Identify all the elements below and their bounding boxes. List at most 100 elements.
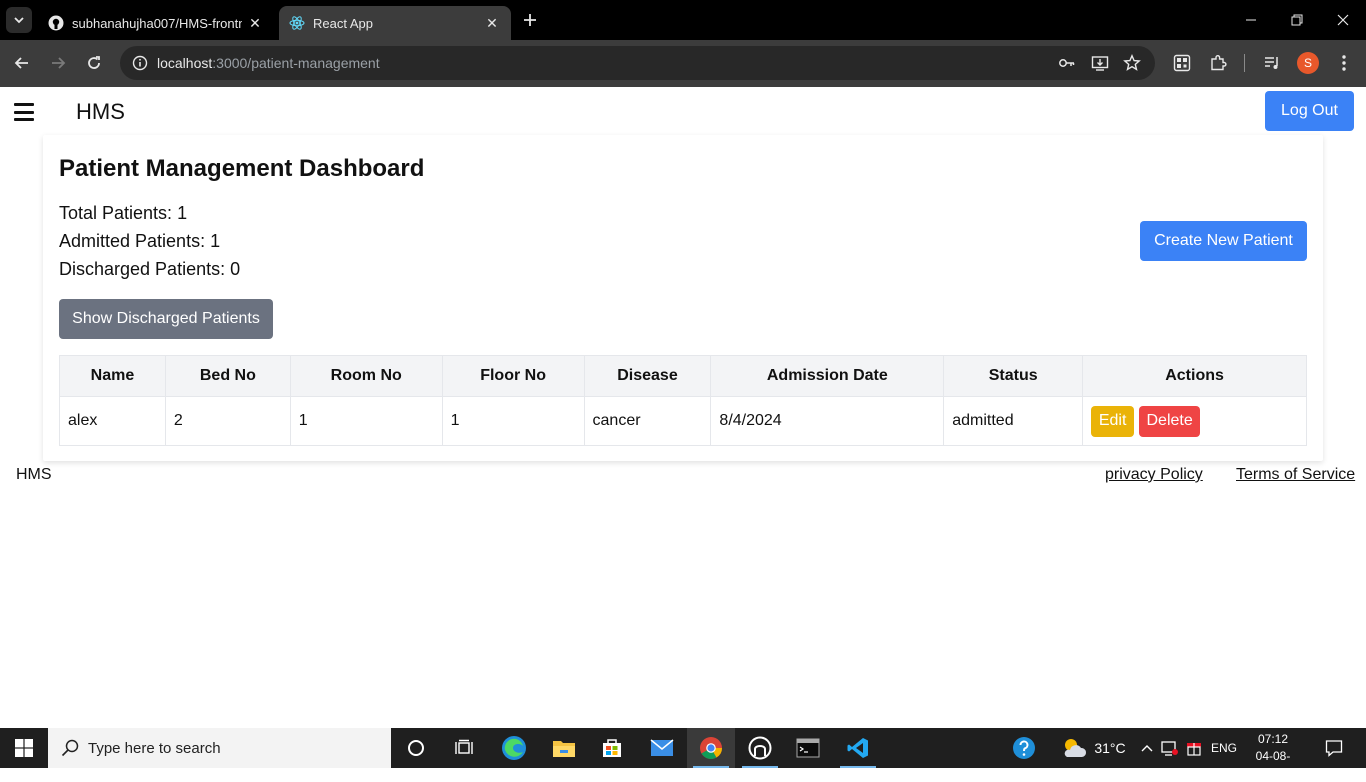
url-host: localhost bbox=[157, 55, 213, 71]
close-icon[interactable]: ✕ bbox=[483, 14, 501, 32]
arrow-left-icon bbox=[14, 57, 28, 69]
toolbar-divider bbox=[1244, 54, 1245, 72]
delete-button[interactable]: Delete bbox=[1139, 405, 1201, 437]
cell-disease: cancer bbox=[583, 396, 712, 446]
star-icon[interactable] bbox=[1120, 51, 1144, 75]
show-discharged-button[interactable]: Show Discharged Patients bbox=[59, 299, 273, 339]
media-controls-icon[interactable] bbox=[1259, 50, 1285, 76]
total-patients-stat: Total Patients: 1 bbox=[59, 203, 188, 223]
clock[interactable]: 07:12 04-08-2024 bbox=[1244, 731, 1302, 782]
reload-icon bbox=[88, 56, 100, 69]
discharged-patients-stat: Discharged Patients: 0 bbox=[59, 259, 241, 279]
search-icon bbox=[61, 739, 79, 757]
browser-tab-bar: subhanahujha007/HMS-frontne ✕ React App … bbox=[0, 0, 1366, 40]
clock-date: 04-08-2024 bbox=[1255, 749, 1291, 780]
install-app-icon[interactable] bbox=[1088, 51, 1112, 75]
tab-search-button[interactable] bbox=[6, 7, 32, 33]
cell-admission-date: 8/4/2024 bbox=[710, 396, 945, 446]
taskbar-search[interactable]: Type here to search bbox=[48, 728, 391, 768]
privacy-policy-link[interactable]: privacy Policy bbox=[1105, 466, 1203, 484]
column-header-name: Name bbox=[59, 355, 166, 397]
cell-status: admitted bbox=[943, 396, 1084, 446]
minimize-button[interactable] bbox=[1228, 0, 1274, 40]
extensions-icon[interactable] bbox=[1205, 50, 1231, 76]
column-header-actions: Actions bbox=[1082, 355, 1307, 397]
page-viewport: HMS Log Out Patient Management Dashboard… bbox=[0, 87, 1366, 728]
cell-room-no: 1 bbox=[289, 396, 443, 446]
create-new-patient-button[interactable]: Create New Patient bbox=[1140, 221, 1307, 261]
close-window-button[interactable] bbox=[1320, 0, 1366, 40]
chevron-down-icon bbox=[14, 17, 24, 24]
restore-icon bbox=[1291, 14, 1303, 26]
cell-bed-no: 2 bbox=[164, 396, 291, 446]
tab-github[interactable]: subhanahujha007/HMS-frontne ✕ bbox=[38, 6, 274, 40]
plus-icon bbox=[524, 14, 536, 26]
cell-floor-no: 1 bbox=[441, 396, 585, 446]
microsoft-store-icon[interactable] bbox=[588, 728, 636, 768]
cell-actions: Edit Delete bbox=[1082, 396, 1307, 446]
chevron-up-icon[interactable] bbox=[1138, 728, 1156, 768]
new-tab-button[interactable] bbox=[518, 8, 542, 32]
terms-of-service-link[interactable]: Terms of Service bbox=[1236, 466, 1355, 484]
language-indicator[interactable]: ENG bbox=[1208, 728, 1240, 768]
search-placeholder: Type here to search bbox=[88, 740, 221, 757]
terminal-icon[interactable] bbox=[784, 728, 832, 768]
chrome-icon[interactable] bbox=[687, 728, 735, 768]
close-icon[interactable]: ✕ bbox=[246, 14, 264, 32]
windows-taskbar: Type here to search 31°C ENG 07:12 04-08… bbox=[0, 728, 1366, 780]
forward-button[interactable] bbox=[45, 50, 71, 76]
site-info-icon[interactable] bbox=[128, 51, 152, 75]
task-view-icon[interactable] bbox=[440, 728, 488, 768]
github-icon bbox=[48, 15, 64, 31]
file-explorer-icon[interactable] bbox=[540, 728, 588, 768]
url-path: :3000/patient-management bbox=[212, 55, 380, 71]
tab-title: React App bbox=[313, 15, 373, 31]
browser-toolbar: localhost:3000/patient-management bbox=[0, 40, 1366, 87]
column-header-room-no: Room No bbox=[289, 355, 443, 397]
close-icon bbox=[1337, 14, 1349, 26]
tab-react-app[interactable]: React App ✕ bbox=[279, 6, 511, 40]
url-text: localhost:3000/patient-management bbox=[157, 55, 380, 71]
address-bar[interactable]: localhost:3000/patient-management bbox=[120, 46, 1155, 80]
react-icon bbox=[289, 15, 305, 31]
mail-icon[interactable] bbox=[638, 728, 686, 768]
patients-table: Name Bed No Room No Floor No Disease Adm… bbox=[59, 355, 1307, 446]
arrow-right-icon bbox=[52, 57, 66, 69]
restore-button[interactable] bbox=[1274, 0, 1320, 40]
weather-icon[interactable] bbox=[1060, 728, 1088, 768]
profile-avatar[interactable]: S bbox=[1297, 52, 1319, 74]
table-header-row: Name Bed No Room No Floor No Disease Adm… bbox=[59, 355, 1307, 397]
column-header-status: Status bbox=[943, 355, 1084, 397]
table-row: alex 2 1 1 cancer 8/4/2024 admitted Edit… bbox=[59, 396, 1307, 446]
start-button[interactable] bbox=[0, 728, 48, 768]
tab-title: subhanahujha007/HMS-frontne bbox=[72, 15, 242, 31]
edge-icon[interactable] bbox=[490, 728, 538, 768]
vscode-icon[interactable] bbox=[834, 728, 882, 768]
navbar-brand[interactable]: HMS bbox=[76, 99, 125, 125]
more-menu-icon[interactable] bbox=[1331, 50, 1357, 76]
clock-time: 07:12 bbox=[1257, 732, 1289, 746]
logout-button[interactable]: Log Out bbox=[1265, 91, 1354, 131]
windows-logo-icon bbox=[15, 739, 33, 757]
footer-brand: HMS bbox=[16, 466, 52, 483]
reload-button[interactable] bbox=[81, 50, 107, 76]
page-title: Patient Management Dashboard bbox=[59, 155, 425, 182]
column-header-bed-no: Bed No bbox=[164, 355, 291, 397]
edit-button[interactable]: Edit bbox=[1091, 405, 1135, 437]
key-icon[interactable] bbox=[1055, 51, 1079, 75]
notification-center-icon[interactable] bbox=[1320, 728, 1348, 768]
minimize-icon bbox=[1246, 19, 1256, 21]
weather-temperature[interactable]: 31°C bbox=[1090, 728, 1130, 768]
admitted-patients-stat: Admitted Patients: 1 bbox=[59, 231, 221, 251]
help-icon[interactable] bbox=[1010, 728, 1038, 768]
github-desktop-icon[interactable] bbox=[736, 728, 784, 768]
dashboard-card: Patient Management Dashboard Total Patie… bbox=[43, 135, 1323, 461]
column-header-floor-no: Floor No bbox=[441, 355, 585, 397]
cortana-icon[interactable] bbox=[392, 728, 440, 768]
notification-app-icon[interactable] bbox=[1184, 728, 1204, 768]
column-header-admission-date: Admission Date bbox=[710, 355, 945, 397]
back-button[interactable] bbox=[9, 50, 35, 76]
network-icon[interactable] bbox=[1160, 728, 1180, 768]
qr-code-icon[interactable] bbox=[1169, 50, 1195, 76]
hamburger-menu-icon[interactable] bbox=[14, 103, 34, 121]
